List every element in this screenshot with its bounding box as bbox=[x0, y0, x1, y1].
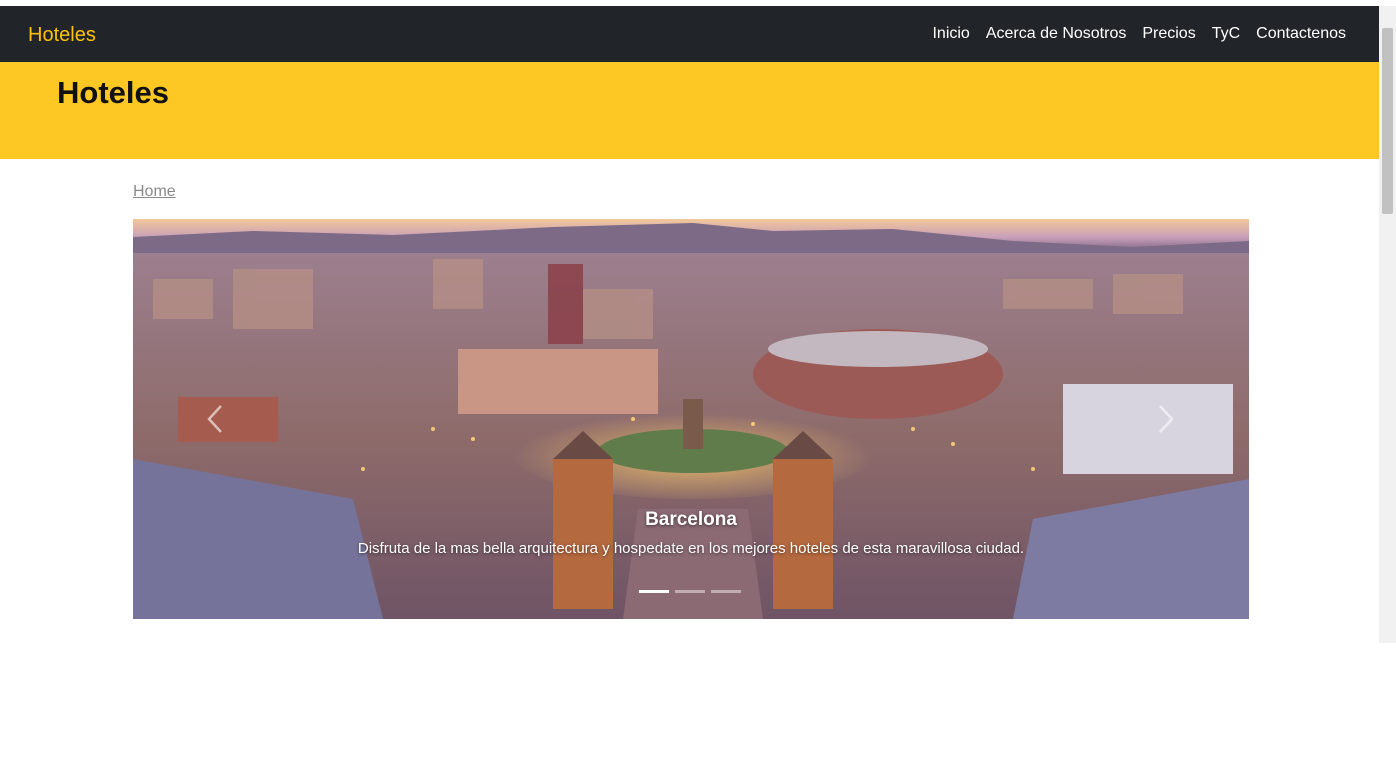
navbar-brand[interactable]: Hoteles bbox=[28, 21, 96, 49]
carousel-next-button[interactable] bbox=[1145, 399, 1185, 439]
carousel-image-barcelona bbox=[133, 219, 1249, 619]
caption-text: Disfruta de la mas bella arquitectura y … bbox=[357, 540, 1025, 557]
scrollbar-thumb[interactable] bbox=[1382, 28, 1393, 214]
carousel-indicator-2[interactable] bbox=[675, 590, 705, 593]
hero-banner: Hoteles bbox=[0, 62, 1379, 159]
image-carousel: Barcelona Disfruta de la mas bella arqui… bbox=[133, 219, 1249, 619]
nav-links: Inicio Acerca de Nosotros Precios TyC Co… bbox=[916, 23, 1346, 45]
caption-title: Barcelona bbox=[645, 509, 737, 530]
nav-link-precios[interactable]: Precios bbox=[1142, 23, 1195, 45]
nav-link-inicio[interactable]: Inicio bbox=[932, 23, 969, 45]
carousel-caption: Barcelona Disfruta de la mas bella arqui… bbox=[133, 507, 1249, 559]
breadcrumb-home[interactable]: Home bbox=[133, 181, 176, 203]
chevron-left-icon bbox=[207, 405, 222, 433]
nav-link-contactenos[interactable]: Contactenos bbox=[1256, 23, 1346, 45]
carousel-indicators bbox=[639, 590, 741, 593]
carousel-prev-button[interactable] bbox=[196, 399, 236, 439]
nav-link-acerca[interactable]: Acerca de Nosotros bbox=[986, 23, 1127, 45]
page-scrollbar[interactable] bbox=[1379, 6, 1396, 643]
page-title: Hoteles bbox=[57, 75, 169, 110]
chevron-right-icon bbox=[1159, 405, 1174, 433]
carousel-indicator-1[interactable] bbox=[639, 590, 669, 593]
nav-link-tyc[interactable]: TyC bbox=[1212, 23, 1240, 45]
top-navbar: Hoteles Inicio Acerca de Nosotros Precio… bbox=[0, 6, 1379, 62]
carousel-indicator-3[interactable] bbox=[711, 590, 741, 593]
